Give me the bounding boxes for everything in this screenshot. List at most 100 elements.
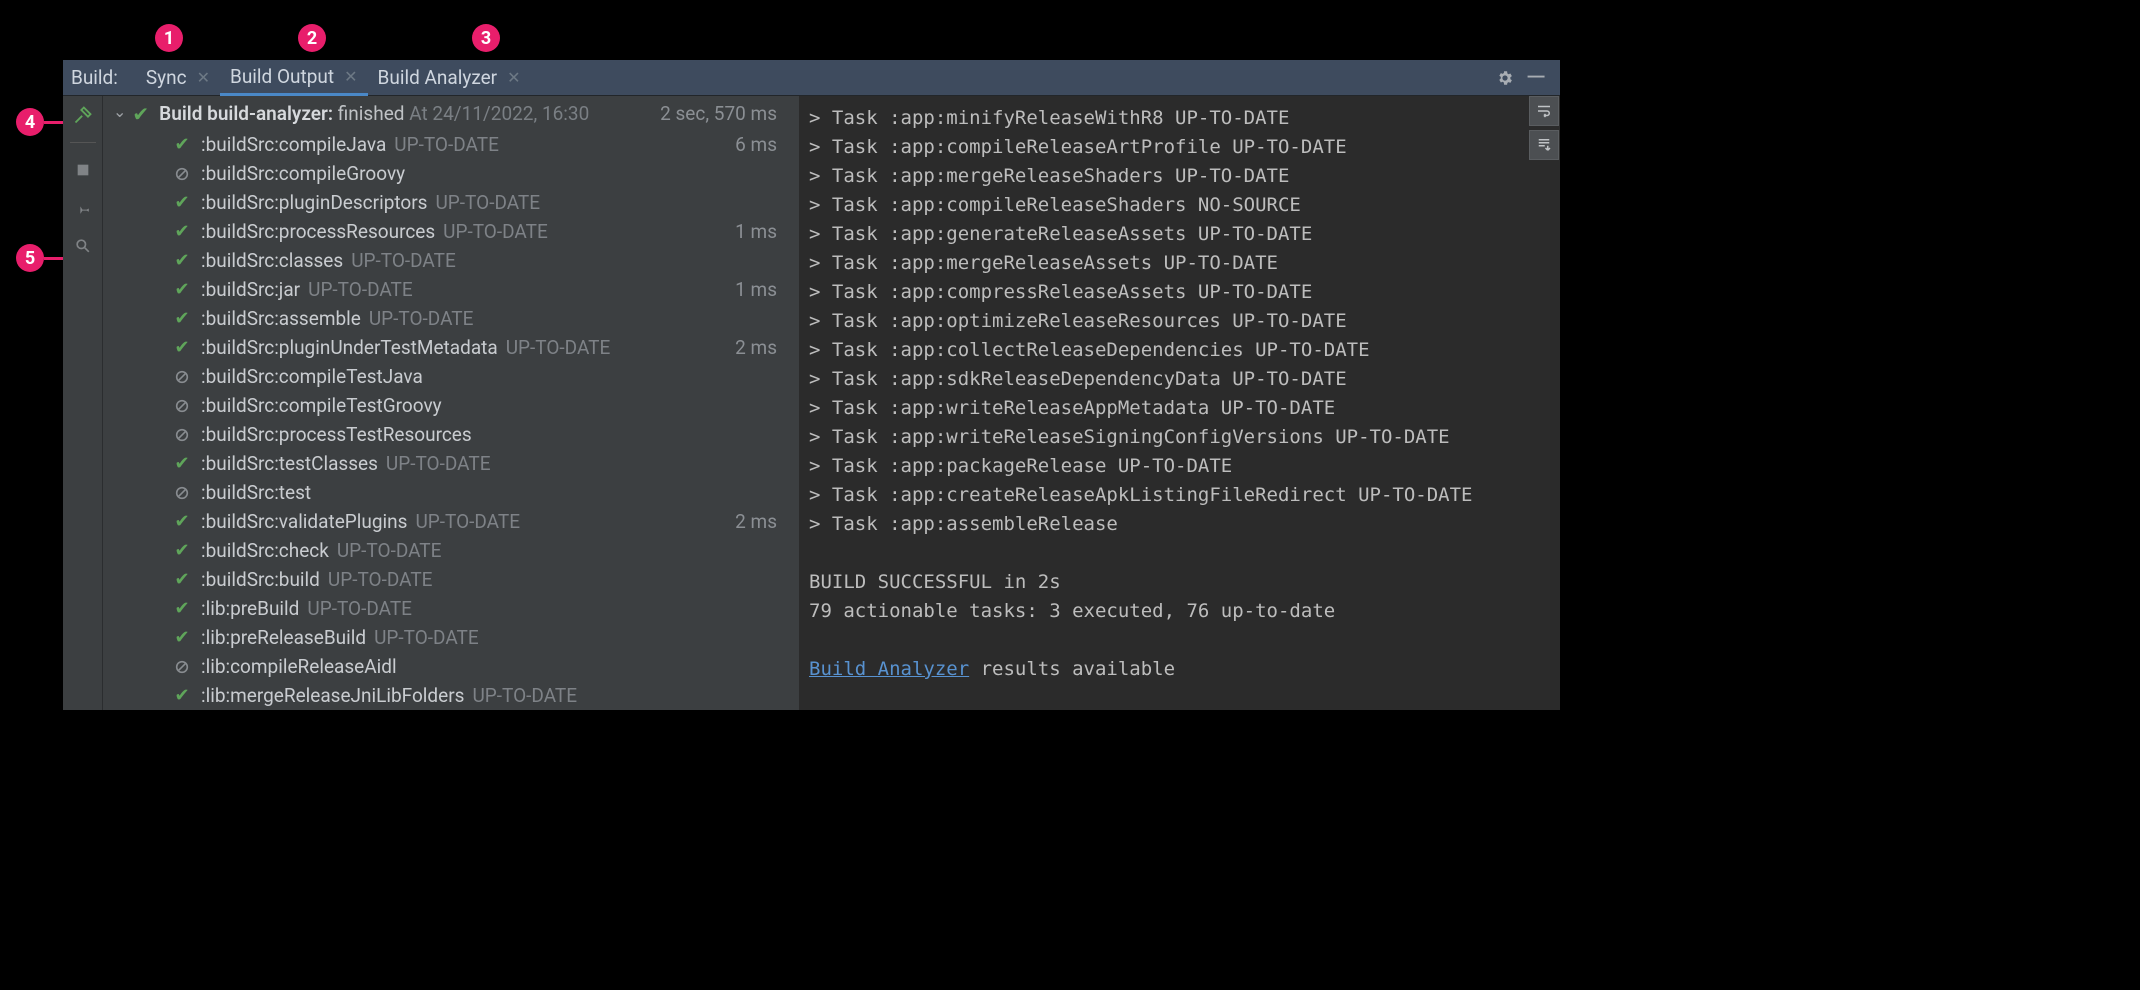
console-line: > Task :app:mergeReleaseAssets UP-TO-DAT… <box>809 249 1542 278</box>
task-row[interactable]: ✔ :buildSrc:compileJava UP-TO-DATE 6 ms <box>103 130 799 159</box>
check-icon: ✔ <box>171 685 193 706</box>
task-time: 2 ms <box>735 336 777 359</box>
tab-build-analyzer[interactable]: Build Analyzer ✕ <box>368 60 531 96</box>
task-name: :buildSrc:pluginUnderTestMetadata <box>201 336 498 359</box>
task-row[interactable]: ✔:buildSrc:processResourcesUP-TO-DATE1 m… <box>103 217 799 246</box>
soft-wrap-icon[interactable] <box>1529 96 1559 126</box>
task-name: :buildSrc:compileJava <box>201 133 386 156</box>
task-row[interactable]: ✔:lib:preReleaseBuildUP-TO-DATE <box>103 623 799 652</box>
console-line: > Task :app:minifyReleaseWithR8 UP-TO-DA… <box>809 104 1542 133</box>
close-icon[interactable]: ✕ <box>197 68 210 87</box>
task-status: UP-TO-DATE <box>472 684 577 707</box>
task-row[interactable]: ✔:lib:preBuildUP-TO-DATE <box>103 594 799 623</box>
console-right-rail <box>1529 96 1559 160</box>
task-list: ✔ :buildSrc:compileJava UP-TO-DATE 6 ms :bui… <box>103 130 799 710</box>
task-name: :buildSrc:compileTestJava <box>201 365 423 388</box>
task-time: 6 ms <box>735 133 777 156</box>
task-row[interactable]: ✔:buildSrc:validatePluginsUP-TO-DATE2 ms <box>103 507 799 536</box>
console-line: > Task :app:writeReleaseSigningConfigVer… <box>809 423 1542 452</box>
skip-icon <box>171 659 193 675</box>
skip-icon <box>171 398 193 414</box>
task-row[interactable]: ✔:buildSrc:classesUP-TO-DATE <box>103 246 799 275</box>
tab-label: Build Output <box>230 65 334 88</box>
build-task-tree[interactable]: ⌄ ✔ Build build-analyzer: finished At 24… <box>103 96 799 710</box>
build-root-row[interactable]: ⌄ ✔ Build build-analyzer: finished At 24… <box>103 96 799 130</box>
task-row[interactable]: ✔ :buildSrc:pluginUnderTestMetadata UP-TO-… <box>103 333 799 362</box>
task-row[interactable]: ✔:buildSrc:checkUP-TO-DATE <box>103 536 799 565</box>
task-row[interactable]: ✔ :buildSrc:testClasses UP-TO-DATE <box>103 449 799 478</box>
task-row[interactable]: ✔:buildSrc:pluginDescriptorsUP-TO-DATE <box>103 188 799 217</box>
task-status: UP-TO-DATE <box>369 307 474 330</box>
callout-badge: 1 <box>155 24 183 52</box>
chevron-down-icon[interactable]: ⌄ <box>113 102 126 121</box>
inspect-icon[interactable] <box>72 235 94 257</box>
stop-icon[interactable] <box>72 159 94 181</box>
task-status: UP-TO-DATE <box>506 336 611 359</box>
task-status: UP-TO-DATE <box>307 597 412 620</box>
check-icon: ✔ <box>171 453 193 474</box>
task-status: UP-TO-DATE <box>308 278 413 301</box>
tab-label: Build Analyzer <box>378 66 498 89</box>
build-console[interactable]: > Task :app:minifyReleaseWithR8 UP-TO-DA… <box>799 96 1560 710</box>
task-row[interactable]: ✔ :buildSrc:jar UP-TO-DATE 1 ms <box>103 275 799 304</box>
build-label: Build: <box>71 66 118 89</box>
task-name: :buildSrc:jar <box>201 278 300 301</box>
check-icon: ✔ <box>171 279 193 300</box>
build-titlebar: Build: Sync ✕ Build Output ✕ Build Analy… <box>63 60 1560 96</box>
task-row[interactable]: :buildSrc:compileTestJava <box>103 362 799 391</box>
task-row[interactable]: ✔:buildSrc:buildUP-TO-DATE <box>103 565 799 594</box>
console-line: BUILD SUCCESSFUL in 2s <box>809 568 1542 597</box>
task-status: UP-TO-DATE <box>328 568 433 591</box>
task-name: :buildSrc:testClasses <box>201 452 378 475</box>
tab-sync[interactable]: Sync ✕ <box>136 60 220 96</box>
console-line: > Task :app:collectReleaseDependencies U… <box>809 336 1542 365</box>
check-icon: ✔ <box>171 627 193 648</box>
console-line: > Task :app:compressReleaseAssets UP-TO-… <box>809 278 1542 307</box>
task-status: UP-TO-DATE <box>394 133 499 156</box>
task-row[interactable]: :lib:compileReleaseAidl <box>103 652 799 681</box>
task-row[interactable]: ✔:lib:mergeReleaseJniLibFoldersUP-TO-DAT… <box>103 681 799 710</box>
console-text: results available <box>969 658 1175 680</box>
close-icon[interactable]: ✕ <box>344 67 357 86</box>
console-line: > Task :app:assembleRelease <box>809 510 1542 539</box>
tab-build-output[interactable]: Build Output ✕ <box>220 60 368 96</box>
console-line <box>809 626 1542 655</box>
task-row[interactable]: :buildSrc:compileGroovy <box>103 159 799 188</box>
console-line: Build Analyzer results available <box>809 655 1542 684</box>
gear-icon[interactable] <box>1496 69 1514 87</box>
build-analyzer-link[interactable]: Build Analyzer <box>809 658 969 680</box>
task-time: 2 ms <box>735 510 777 533</box>
task-row[interactable]: :buildSrc:test <box>103 478 799 507</box>
task-status: UP-TO-DATE <box>435 191 540 214</box>
console-line: > Task :app:optimizeReleaseResources UP-… <box>809 307 1542 336</box>
titlebar-actions: — <box>1496 69 1552 87</box>
task-name: :buildSrc:pluginDescriptors <box>201 191 427 214</box>
check-icon: ✔ <box>171 134 193 155</box>
tab-label: Sync <box>146 66 187 89</box>
skip-icon <box>171 369 193 385</box>
task-name: :buildSrc:compileTestGroovy <box>201 394 442 417</box>
hide-icon[interactable]: — <box>1526 69 1546 87</box>
hammer-icon[interactable] <box>72 104 94 126</box>
console-line: > Task :app:compileReleaseShaders NO-SOU… <box>809 191 1542 220</box>
task-name: :buildSrc:check <box>201 539 329 562</box>
task-name: :buildSrc:validatePlugins <box>201 510 407 533</box>
task-name: :buildSrc:test <box>201 481 311 504</box>
task-row[interactable]: :buildSrc:compileTestGroovy <box>103 391 799 420</box>
scroll-to-end-icon[interactable] <box>1529 130 1559 160</box>
build-tool-window: Build: Sync ✕ Build Output ✕ Build Analy… <box>63 60 1560 710</box>
pin-icon[interactable] <box>72 197 94 219</box>
check-icon: ✔ <box>171 337 193 358</box>
task-status: UP-TO-DATE <box>386 452 491 475</box>
task-status: UP-TO-DATE <box>415 510 520 533</box>
skip-icon <box>171 166 193 182</box>
task-row[interactable]: ✔:buildSrc:assembleUP-TO-DATE <box>103 304 799 333</box>
check-icon: ✔ <box>171 598 193 619</box>
console-line: 79 actionable tasks: 3 executed, 76 up-t… <box>809 597 1542 626</box>
console-line: > Task :app:generateReleaseAssets UP-TO-… <box>809 220 1542 249</box>
task-row[interactable]: :buildSrc:processTestResources <box>103 420 799 449</box>
console-line: > Task :app:sdkReleaseDependencyData UP-… <box>809 365 1542 394</box>
task-time: 1 ms <box>735 278 777 301</box>
close-icon[interactable]: ✕ <box>507 68 520 87</box>
callout-badge: 4 <box>16 108 44 136</box>
